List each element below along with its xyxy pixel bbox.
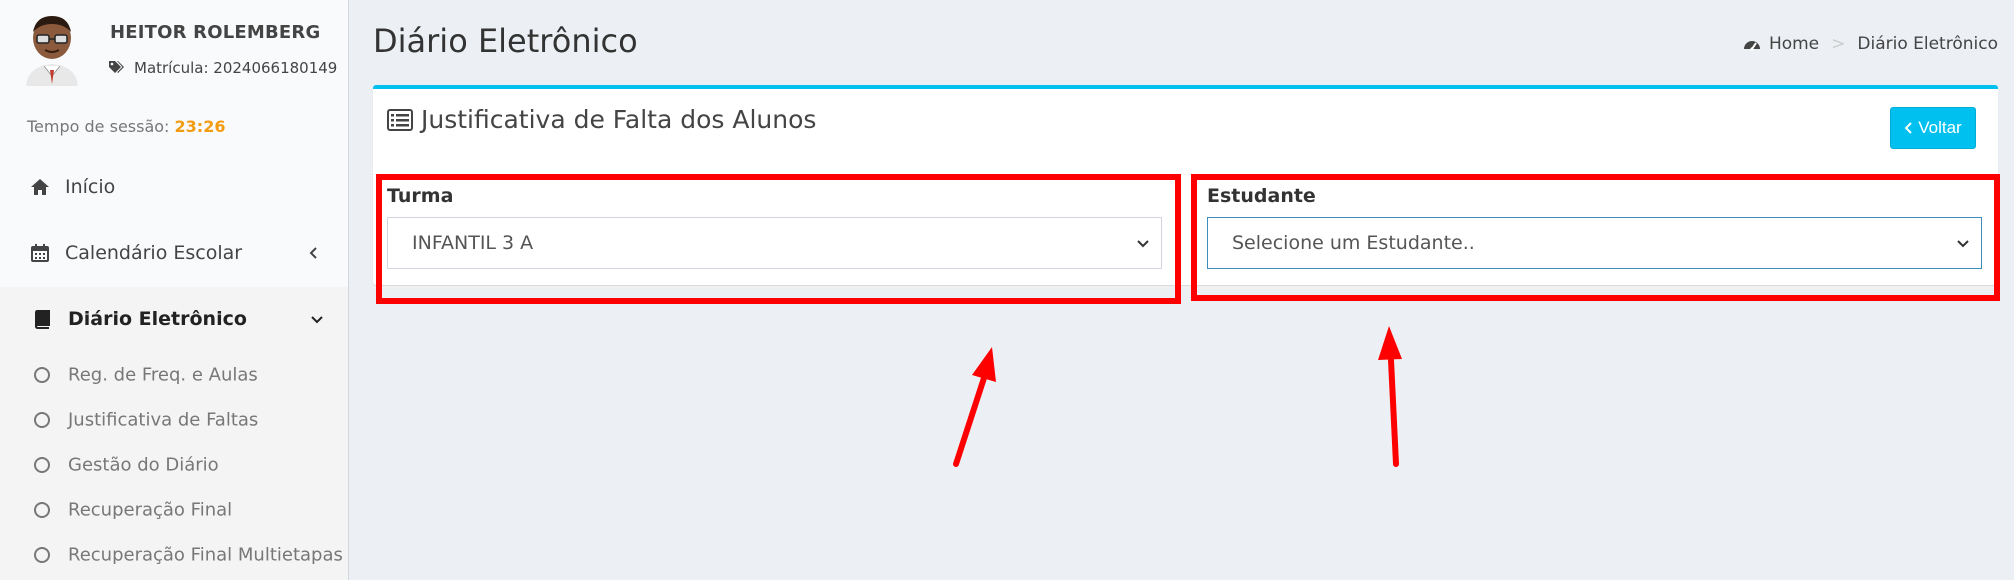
calendar-icon (31, 244, 49, 262)
sidebar-subitem-justificativa[interactable]: Justificativa de Faltas (0, 397, 348, 442)
sidebar-subitem-label: Gestão do Diário (68, 454, 219, 475)
dashboard-icon (1743, 41, 1760, 51)
sidebar-item-label: Calendário Escolar (65, 242, 243, 264)
sidebar-subitem-reg-freq[interactable]: Reg. de Freq. e Aulas (0, 352, 348, 397)
user-name: HEITOR ROLEMBERG (110, 22, 321, 43)
tags-icon (109, 61, 124, 73)
sidebar-subitem-label: Reg. de Freq. e Aulas (68, 364, 258, 385)
sidebar-item-label: Início (65, 176, 116, 198)
chevron-left-icon (1904, 122, 1912, 134)
circle-icon (34, 546, 50, 563)
book-icon (34, 310, 50, 329)
sidebar-submenu: Reg. de Freq. e Aulas Justificativa de F… (0, 348, 348, 580)
box-title: Justificativa de Falta dos Alunos (387, 105, 816, 134)
breadcrumb-home-link[interactable]: Home (1769, 34, 1819, 54)
sidebar-item-label: Diário Eletrônico (68, 308, 247, 330)
back-button-label: Voltar (1918, 118, 1962, 137)
sidebar-item-diario[interactable]: Diário Eletrônico (0, 287, 348, 351)
sidebar-subitem-gestao[interactable]: Gestão do Diário (0, 442, 348, 487)
session-time: 23:26 (174, 117, 226, 136)
matricula-text: Matrícula: 2024066180149 (134, 59, 338, 77)
user-panel: HEITOR ROLEMBERG Matrícula: 202406618014… (0, 0, 349, 150)
breadcrumb-separator: > (1831, 34, 1846, 54)
estudante-highlight-box (1191, 174, 2000, 301)
sidebar-subitem-label: Recuperação Final (68, 499, 233, 520)
circle-icon (34, 366, 50, 383)
sidebar-subitem-label: Recuperação Final Multietapas (68, 544, 343, 565)
chevron-down-icon (311, 316, 323, 324)
session-label: Tempo de sessão: (27, 117, 170, 136)
sidebar-subitem-recuperacao[interactable]: Recuperação Final (0, 487, 348, 532)
sidebar-subitem-label: Justificativa de Faltas (68, 409, 259, 430)
chevron-left-icon (309, 247, 317, 259)
circle-icon (34, 411, 50, 428)
session-timer: Tempo de sessão: 23:26 (27, 117, 225, 136)
circle-icon (34, 456, 50, 473)
circle-icon (34, 501, 50, 518)
breadcrumb-current: Diário Eletrônico (1857, 34, 1998, 54)
avatar (26, 16, 78, 86)
sidebar-item-inicio[interactable]: Início (0, 155, 348, 219)
page-title: Diário Eletrônico (373, 22, 638, 60)
arrow-to-turma (953, 347, 996, 467)
sidebar-subitem-recuperacao-multi[interactable]: Recuperação Final Multietapas (0, 532, 348, 577)
sidebar-item-calendario[interactable]: Calendário Escolar (0, 221, 348, 285)
back-button[interactable]: Voltar (1890, 107, 1976, 149)
arrow-to-estudante (1378, 326, 1402, 467)
box-title-text: Justificativa de Falta dos Alunos (421, 105, 817, 134)
list-alt-icon (387, 108, 413, 131)
breadcrumb: Home > Diário Eletrônico (1743, 34, 1998, 54)
user-matricula: Matrícula: 2024066180149 (108, 59, 337, 77)
turma-highlight-box (376, 174, 1181, 304)
home-icon (31, 179, 49, 195)
sidebar: HEITOR ROLEMBERG Matrícula: 202406618014… (0, 0, 349, 580)
